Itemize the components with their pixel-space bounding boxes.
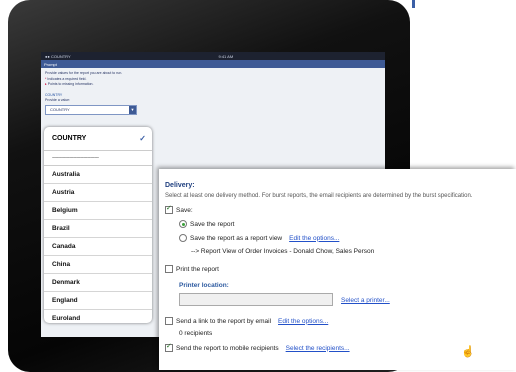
- save-view-edit-link[interactable]: Edit the options...: [289, 235, 339, 242]
- delivery-title: Delivery:: [165, 182, 195, 189]
- status-bar: ●● COUNTRY 9:41 AM: [41, 52, 385, 60]
- save-view-row: Save the report as a report view Edit th…: [179, 234, 339, 242]
- dropdown-item-belgium[interactable]: Belgium: [44, 202, 152, 220]
- mobile-checkbox[interactable]: [165, 342, 173, 352]
- dropdown-item-canada[interactable]: Canada: [44, 238, 152, 256]
- select-printer-link[interactable]: Select a printer...: [341, 297, 390, 304]
- dropdown-item-australia[interactable]: Australia: [44, 166, 152, 184]
- dropdown-header-label: COUNTRY: [52, 135, 87, 142]
- status-time: 9:41 AM: [218, 53, 234, 59]
- select-recipients-link[interactable]: Select the recipients...: [286, 345, 350, 352]
- save-report-row: Save the report: [179, 220, 234, 228]
- save-row: Save:: [165, 204, 193, 214]
- dropdown-selected-row[interactable]: COUNTRY ✓: [44, 127, 152, 151]
- hand-cursor-icon: ☝: [461, 346, 475, 358]
- email-label: Send a link to the report by email: [176, 317, 272, 325]
- delivery-panel: Delivery: Select at least one delivery m…: [159, 169, 516, 370]
- select-printer-row: Select a printer...: [341, 297, 390, 304]
- save-view-radio[interactable]: [179, 234, 187, 242]
- dropdown-item-euroland[interactable]: Euroland: [44, 310, 152, 323]
- save-view-label: Save the report as a report view: [190, 234, 283, 242]
- save-label: Save:: [176, 206, 193, 214]
- missing-arrow-icon: ▸: [45, 82, 47, 86]
- prompt-panel: Provide values for the report you are ab…: [41, 68, 385, 118]
- prompt-title: Prompt: [44, 61, 57, 67]
- recipients-count: 0 recipients: [179, 330, 213, 337]
- print-label: Print the report: [176, 265, 219, 273]
- decorative-bar: [412, 0, 415, 8]
- print-checkbox[interactable]: [165, 265, 173, 273]
- required-legend: Indicates a required field.: [47, 76, 87, 81]
- delivery-instruction: Select at least one delivery method. For…: [165, 193, 473, 199]
- dropdown-item-austria[interactable]: Austria: [44, 184, 152, 202]
- mobile-row: Send the report to mobile recipients Sel…: [165, 342, 350, 352]
- save-report-label: Save the report: [190, 220, 235, 228]
- country-select-value: COUNTRY: [50, 106, 70, 112]
- dropdown-item-china[interactable]: China: [44, 256, 152, 274]
- printer-location-input[interactable]: [179, 293, 333, 306]
- dropdown-item-england[interactable]: England: [44, 292, 152, 310]
- email-edit-link[interactable]: Edit the options...: [278, 318, 328, 325]
- provide-value-label: Provide a value:: [45, 98, 71, 102]
- save-report-radio[interactable]: [179, 220, 187, 228]
- country-dropdown[interactable]: COUNTRY ✓ ------------------------------…: [44, 127, 152, 323]
- dropdown-item-denmark[interactable]: Denmark: [44, 274, 152, 292]
- missing-legend: Points to missing information.: [47, 82, 94, 86]
- print-row: Print the report: [165, 265, 219, 273]
- view-path-text: --> Report View of Order Invoices - Dona…: [191, 248, 375, 255]
- status-carrier: ●● COUNTRY: [45, 53, 71, 59]
- printer-location-label: Printer location:: [179, 282, 229, 289]
- save-checkbox[interactable]: [165, 204, 173, 214]
- checkmark-icon: ✓: [139, 134, 146, 143]
- view-path-row: --> Report View of Order Invoices - Dona…: [191, 248, 374, 255]
- prompt-titlebar: Prompt: [41, 60, 385, 68]
- dropdown-separator: ----------------------------------------: [44, 151, 152, 166]
- dropdown-item-brazil[interactable]: Brazil: [44, 220, 152, 238]
- email-checkbox[interactable]: [165, 317, 173, 325]
- country-select[interactable]: COUNTRY ▼: [45, 104, 137, 115]
- email-row: Send a link to the report by email Edit …: [165, 317, 328, 325]
- recipients-row: 0 recipients: [179, 330, 212, 337]
- mobile-label: Send the report to mobile recipients: [176, 344, 279, 352]
- chevron-down-icon[interactable]: ▼: [129, 105, 136, 114]
